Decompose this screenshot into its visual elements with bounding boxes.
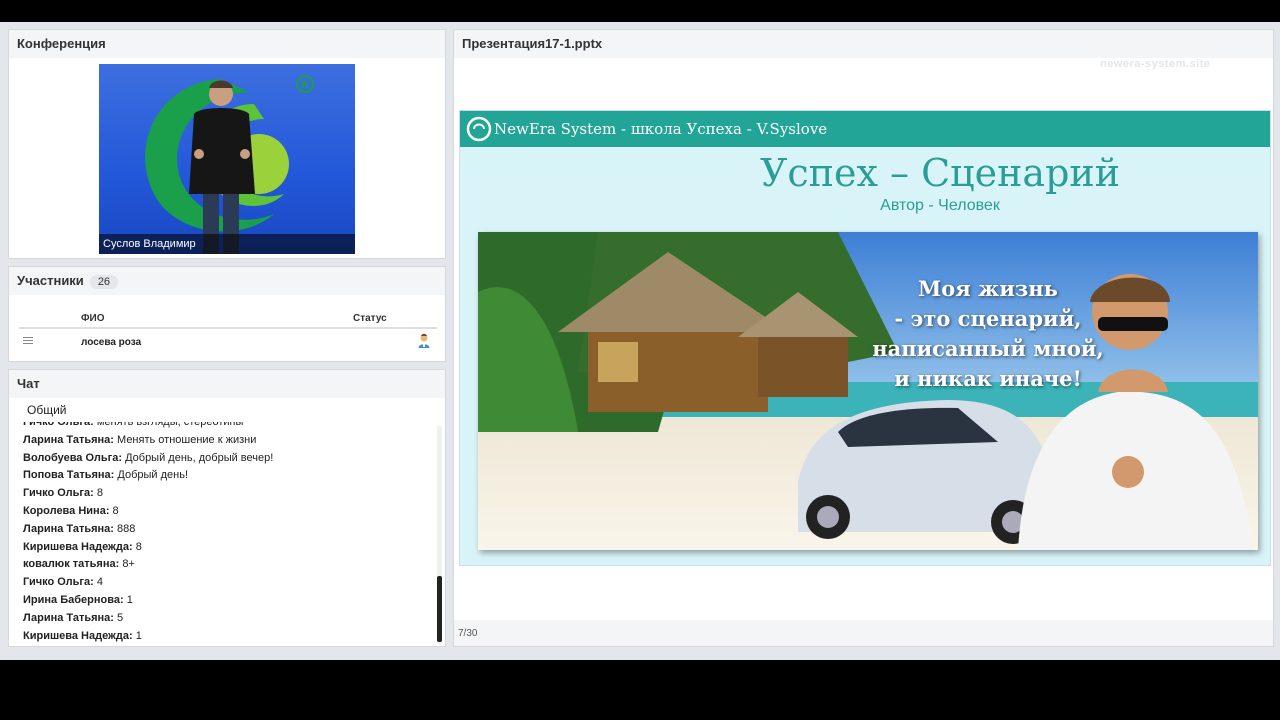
- participants-header: Участники 26: [9, 267, 445, 295]
- presentation-footer: [454, 620, 1273, 646]
- speaker-name-caption: Суслов Владимир: [99, 234, 355, 254]
- message-text: Добрый день!: [117, 469, 189, 482]
- chat-message: Попова Татьяна: Добрый день!: [23, 467, 273, 485]
- chat-message: Ирина Бабернова: 1: [23, 592, 273, 610]
- message-text: 8: [112, 504, 119, 517]
- message-author: Киришева Надежда:: [23, 540, 133, 553]
- message-list: Гичко Ольга: менять взгляды, стереотипы Л…: [23, 422, 273, 645]
- message-text: 1: [135, 629, 142, 642]
- chat-message: Королева Нина: 8: [23, 503, 273, 521]
- quote-line-1: Моя жизнь: [918, 276, 1058, 301]
- message-author: Попова Татьяна:: [23, 469, 115, 482]
- message-text: 888: [117, 522, 136, 535]
- message-text: менять взгляды, стереотипы: [96, 422, 244, 428]
- participant-name: лосева роза: [81, 337, 142, 348]
- page-indicator: 7/30: [458, 628, 478, 639]
- video-frame-graphic: R: [145, 75, 314, 254]
- slide-subtitle: Автор - Человек: [880, 197, 1000, 214]
- conference-title: Конференция: [9, 30, 445, 58]
- message-text: 5: [117, 611, 124, 624]
- chat-message: Гичко Ольга: 4: [23, 574, 273, 592]
- message-author: Ирина Бабернова:: [23, 593, 124, 606]
- message-author: Киришева Надежда:: [23, 629, 133, 642]
- message-text: 8+: [122, 558, 135, 571]
- chat-panel: Чат Общий Гичко Ольга: менять взгляды, с…: [8, 369, 446, 647]
- message-author: ковалюк татьяна:: [23, 558, 120, 571]
- slide-title: Успех – Сценарий: [759, 151, 1121, 195]
- message-author: Ларина Татьяна:: [23, 433, 114, 446]
- slide: NewEra System - школа Успеха - V.Syslove…: [459, 110, 1271, 566]
- message-text: 8: [135, 540, 142, 553]
- bottom-black-bar: [0, 660, 1280, 720]
- quote-line-4: и никак иначе!: [894, 366, 1082, 391]
- scrollbar-thumb[interactable]: [437, 576, 442, 642]
- top-black-bar: [0, 0, 1280, 22]
- chat-message: Волобуева Ольга: Добрый день, добрый веч…: [23, 450, 273, 468]
- slide-header-bar: NewEra System - школа Успеха - V.Syslove: [460, 111, 1270, 147]
- message-author: Королева Нина:: [23, 504, 110, 517]
- presentation-title: Презентация17-1.pptx: [454, 30, 1273, 58]
- conference-panel: Конференция R Суслов Владимир: [8, 29, 446, 259]
- message-author: Гичко Ольга:: [23, 576, 94, 589]
- chat-title: Чат: [9, 370, 445, 398]
- photo-quote: Моя жизнь - это сценарий, написанный мно…: [858, 274, 1118, 394]
- chat-message: Киришева Надежда: 8: [23, 539, 273, 557]
- chat-message: Ларина Татьяна: 5: [23, 610, 273, 628]
- svg-text:R: R: [301, 80, 309, 91]
- message-author: Гичко Ольга:: [23, 422, 94, 428]
- chat-message: Киришева Надежда: 1: [23, 628, 273, 646]
- participants-table-header: ФИО Статус: [19, 311, 437, 329]
- column-status-header[interactable]: Статус: [353, 313, 387, 324]
- message-author: Волобуева Ольга:: [23, 451, 123, 464]
- chat-message: Ларина Татьяна: Менять отношение к жизни: [23, 432, 273, 450]
- message-text: Добрый день, добрый вечер!: [125, 451, 274, 464]
- quote-line-2: - это сценарий,: [894, 306, 1082, 331]
- chat-tab-general[interactable]: Общий: [17, 398, 89, 422]
- participants-count-badge: 26: [89, 275, 119, 289]
- user-icon: [417, 333, 431, 352]
- message-text: 4: [96, 576, 103, 589]
- presentation-panel: Презентация17-1.pptx newera-system.site …: [453, 29, 1274, 647]
- message-author: Гичко Ольга:: [23, 487, 94, 500]
- app-window: Конференция R Суслов Владимир Участники 2…: [0, 22, 1280, 660]
- chat-message: Ларина Татьяна: 888: [23, 521, 273, 539]
- row-menu-icon[interactable]: [23, 337, 33, 346]
- newera-logo-icon: [466, 116, 492, 147]
- column-name-header[interactable]: ФИО: [81, 313, 105, 324]
- message-text: 8: [96, 487, 103, 500]
- slide-brand: NewEra System - школа Успеха - V.Syslove: [494, 120, 828, 138]
- chat-message: Гичко Ольга: 8: [23, 485, 273, 503]
- slide-photo: Моя жизнь - это сценарий, написанный мно…: [478, 232, 1258, 550]
- message-author: Ларина Татьяна:: [23, 522, 114, 535]
- participants-panel: Участники 26 ФИО Статус лосева роза: [8, 266, 446, 362]
- table-row[interactable]: лосева роза: [19, 333, 437, 355]
- message-text: Менять отношение к жизни: [117, 433, 257, 446]
- site-watermark: newera-system.site: [1100, 58, 1211, 70]
- chat-scrollbar[interactable]: [437, 426, 442, 644]
- chat-messages: Гичко Ольга: менять взгляды, стереотипы Л…: [9, 422, 435, 646]
- speaker-video[interactable]: R Суслов Владимир: [99, 64, 355, 254]
- message-author: Ларина Татьяна:: [23, 611, 114, 624]
- chat-message: Гичко Ольга: менять взгляды, стереотипы: [23, 422, 273, 432]
- quote-line-3: написанный мной,: [872, 336, 1104, 361]
- message-text: 1: [126, 593, 133, 606]
- participants-title: Участники: [17, 273, 84, 288]
- chat-message: ковалюк татьяна: 8+: [23, 556, 273, 574]
